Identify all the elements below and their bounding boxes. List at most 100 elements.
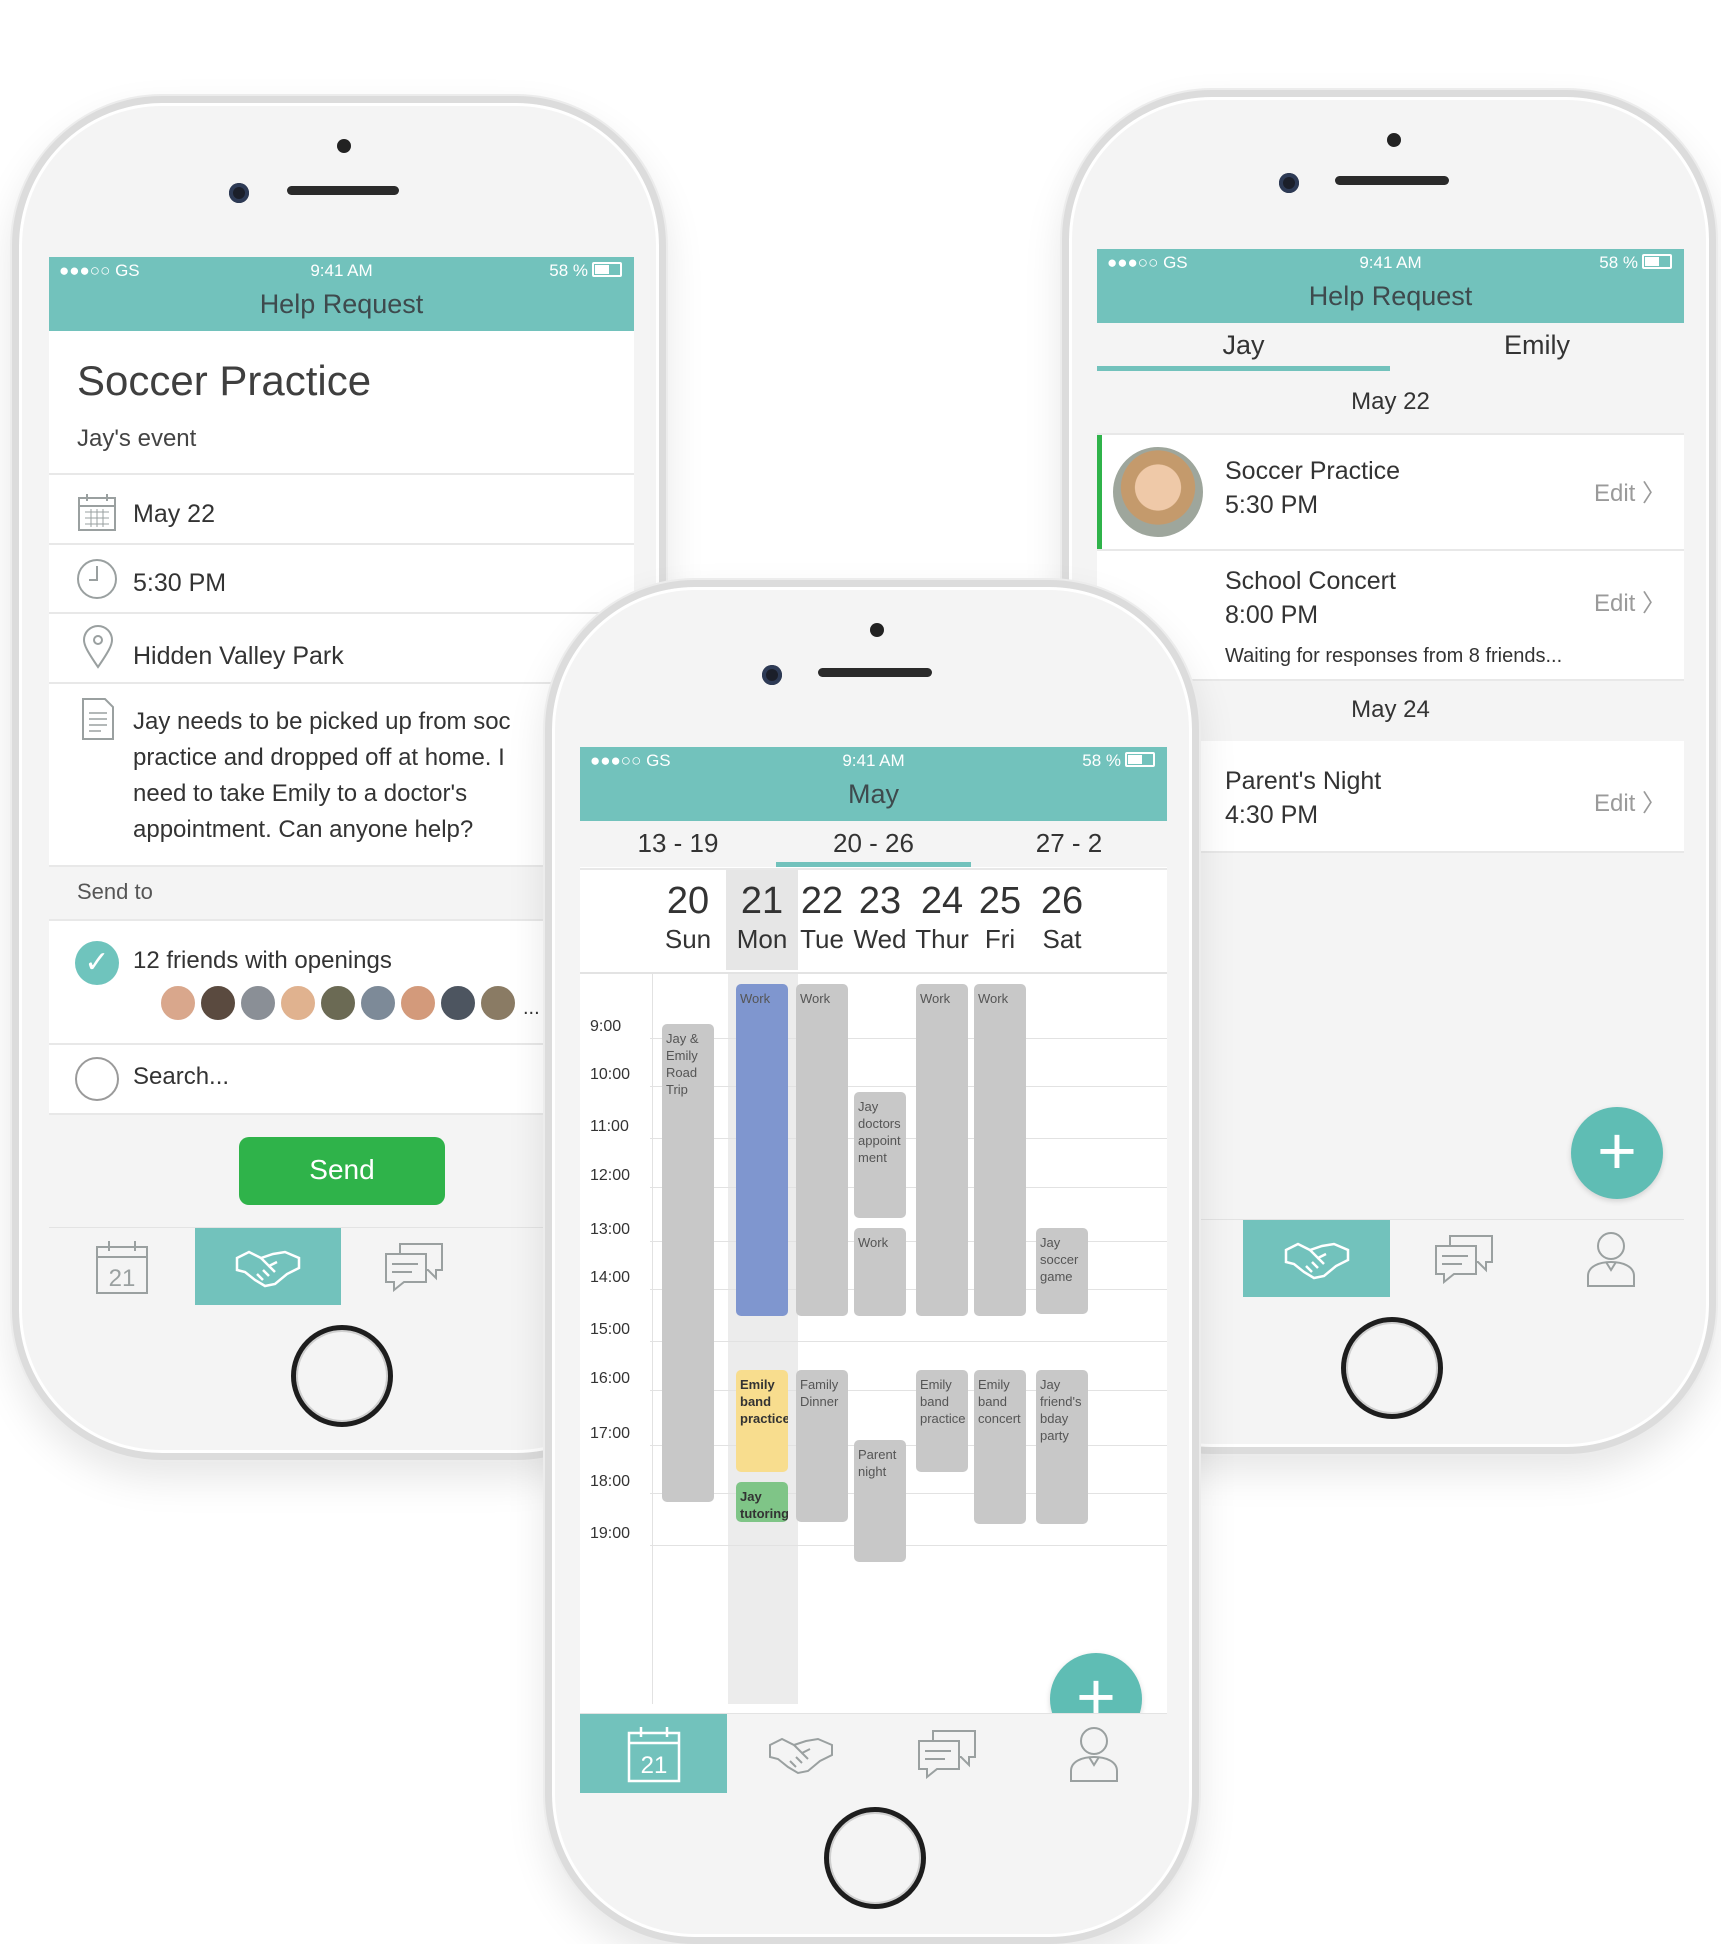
divider <box>49 612 634 614</box>
unchecked-checkbox-icon[interactable] <box>75 1057 119 1101</box>
page-title: Help Request <box>1308 281 1473 311</box>
calendar-event[interactable]: Emily band practice <box>736 1370 788 1472</box>
edit-link[interactable]: Edit 〉 <box>1594 783 1666 818</box>
home-button[interactable] <box>1341 1317 1443 1419</box>
tab-help-requests[interactable] <box>727 1714 874 1793</box>
tab-profile[interactable] <box>1020 1714 1167 1793</box>
center-phone: ●●●○○ GS 9:41 AM 58 % May 13 - 19 20 - 2… <box>545 580 1199 1944</box>
calendar-day: 21 <box>109 1265 136 1292</box>
day-name: Sun <box>664 924 712 954</box>
tab-calendar[interactable]: 21 <box>580 1714 727 1793</box>
day-header-tue[interactable]: 22 Tue <box>790 880 854 956</box>
week-label: 20 - 26 <box>833 828 914 858</box>
calendar-event[interactable]: Work <box>854 1228 906 1316</box>
waiting-status: Waiting for responses from 8 friends... <box>1225 645 1563 667</box>
tab-emily[interactable]: Emily <box>1390 323 1684 371</box>
checked-checkbox-icon[interactable]: ✓ <box>75 941 119 985</box>
calendar-event[interactable]: Work <box>974 984 1026 1316</box>
edit-link[interactable]: Edit 〉 <box>1594 473 1666 508</box>
calendar-event[interactable]: Jay friend's bday party <box>1036 1370 1088 1524</box>
week-range[interactable]: 13 - 19 <box>580 821 776 867</box>
calendar-event[interactable]: Work <box>736 984 788 1316</box>
event-label: Emily band practice <box>920 1377 966 1426</box>
add-event-button[interactable]: + <box>1571 1107 1663 1199</box>
list-item[interactable]: Soccer Practice 5:30 PM Edit 〉 <box>1097 435 1684 549</box>
day-header-thur[interactable]: 24 Thur <box>910 880 974 956</box>
day-header-mon[interactable]: 21 Mon <box>730 880 794 956</box>
handshake-icon <box>235 1250 301 1288</box>
calendar-event[interactable]: Work <box>916 984 968 1316</box>
tab-messages[interactable] <box>874 1714 1020 1793</box>
day-number: 20 <box>666 880 710 922</box>
chat-bubbles-icon <box>918 1730 976 1779</box>
calendar-event[interactable]: Jay soccer game <box>1036 1228 1088 1314</box>
day-name: Thur <box>915 924 969 954</box>
calendar-event[interactable]: Jay doctors appoint ment <box>854 1092 906 1218</box>
note-icon <box>82 698 114 740</box>
battery: 58 % <box>549 261 622 281</box>
front-camera <box>1279 173 1299 193</box>
calendar-event[interactable]: Jay & Emily Road Trip <box>662 1024 714 1502</box>
hour-gridline <box>650 1241 1167 1242</box>
battery: 58 % <box>1599 253 1672 273</box>
event-title: Soccer Practice <box>77 357 372 404</box>
avatar <box>279 984 317 1022</box>
event-owner: Jay's event <box>77 425 197 452</box>
tab-messages[interactable] <box>341 1228 487 1305</box>
tab-bar: 21 <box>580 1713 1167 1793</box>
hour-gridline <box>650 1187 1167 1188</box>
divider <box>49 473 634 475</box>
friends-option-label: 12 friends with openings <box>133 947 392 974</box>
event-label: Work <box>978 991 1009 1006</box>
hour-gridline <box>650 1341 1167 1342</box>
tab-jay[interactable]: Jay <box>1097 323 1390 371</box>
description-line: practice and dropped off at home. I <box>133 744 505 771</box>
day-header-fri[interactable]: 25 Fri <box>968 880 1032 956</box>
calendar-event[interactable]: Work <box>796 984 848 1316</box>
avatar <box>159 984 197 1022</box>
search-input[interactable]: Search... <box>133 1063 229 1091</box>
day-number: 23 <box>858 880 902 922</box>
home-button[interactable] <box>824 1807 926 1909</box>
calendar-event[interactable]: Jay tutoring <box>736 1482 788 1522</box>
week-range[interactable]: 27 - 2 <box>971 821 1167 867</box>
day-header-sun[interactable]: 20 Sun <box>656 880 720 956</box>
item-time: 8:00 PM <box>1225 601 1319 629</box>
item-time: 4:30 PM <box>1225 801 1319 829</box>
tab-calendar[interactable]: 21 <box>49 1228 195 1305</box>
calendar-event[interactable]: Emily band concert <box>974 1370 1026 1524</box>
home-button[interactable] <box>291 1325 393 1427</box>
calendar-event[interactable]: Parent night <box>854 1440 906 1562</box>
week-range[interactable]: 20 - 26 <box>776 821 971 867</box>
day-header-wed[interactable]: 23 Wed <box>848 880 912 956</box>
tab-help-requests[interactable] <box>1243 1220 1390 1297</box>
avatar <box>359 984 397 1022</box>
send-button[interactable]: Send <box>239 1137 445 1205</box>
avatar <box>1111 445 1205 539</box>
week-label: 13 - 19 <box>637 828 719 858</box>
calendar-event[interactable]: Family Dinner <box>796 1370 848 1522</box>
time-axis-line <box>652 974 653 1704</box>
chevron-right-icon: 〉 <box>1642 480 1666 507</box>
hour-gridline <box>650 1289 1167 1290</box>
battery-icon <box>1642 254 1672 269</box>
tab-messages[interactable] <box>1390 1220 1537 1297</box>
calendar-event[interactable]: Emily band practice <box>916 1370 968 1472</box>
day-number: 22 <box>800 880 844 922</box>
handshake-icon <box>1284 1242 1349 1280</box>
week-indicator <box>776 862 971 867</box>
edit-label: Edit <box>1593 790 1636 817</box>
tab-help-requests[interactable] <box>195 1228 341 1305</box>
list-item[interactable]: School Concert 8:00 PM Edit 〉 Waiting fo… <box>1097 551 1684 677</box>
date-value: May 22 <box>133 500 215 528</box>
hour-label: 9:00 <box>590 1018 622 1035</box>
item-title: School Concert <box>1225 567 1396 595</box>
center-screen: ●●●○○ GS 9:41 AM 58 % May 13 - 19 20 - 2… <box>580 747 1167 1793</box>
avatar <box>239 984 277 1022</box>
status-bar: ●●●○○ GS 9:41 AM 58 % <box>1097 249 1684 275</box>
day-header-sat[interactable]: 26 Sat <box>1030 880 1094 956</box>
tab-profile[interactable] <box>1537 1220 1684 1297</box>
proximity-sensor <box>870 623 884 637</box>
hour-label: 19:00 <box>590 1525 631 1542</box>
edit-link[interactable]: Edit 〉 <box>1594 583 1666 618</box>
